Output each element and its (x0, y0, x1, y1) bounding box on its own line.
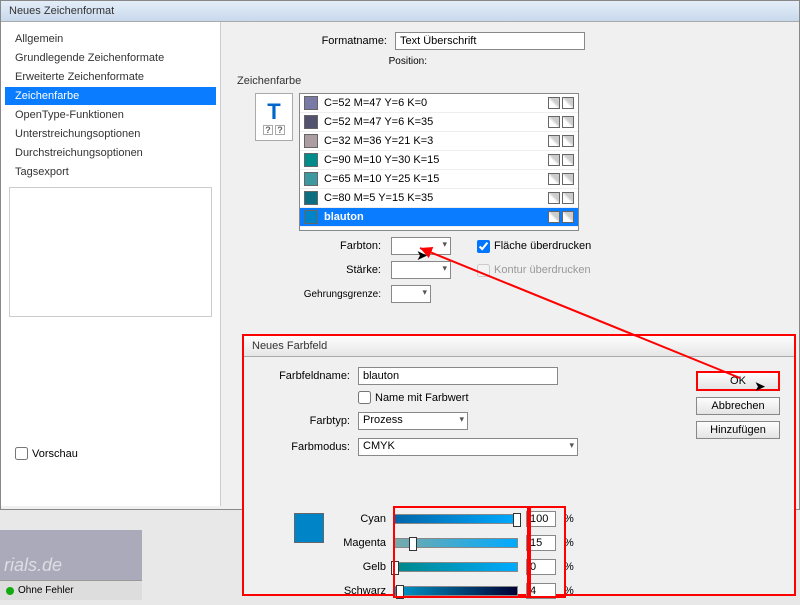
name-mit-farbwert-checkbox[interactable] (358, 391, 371, 404)
cancel-button[interactable]: Abbrechen (696, 397, 780, 415)
swatch-type-icons (548, 97, 574, 109)
swatch-row[interactable]: C=52 M=47 Y=6 K=0 (300, 94, 578, 113)
pct-label: % (564, 537, 574, 549)
schwarz-value[interactable] (526, 583, 556, 599)
swatch-label: C=52 M=47 Y=6 K=0 (324, 97, 427, 109)
swatch-label: C=52 M=47 Y=6 K=35 (324, 116, 433, 128)
schwarz-slider[interactable] (394, 586, 518, 596)
text-preview-icon: T?? (255, 93, 293, 141)
status-dot-icon (6, 587, 14, 595)
farbmodus-dropdown[interactable]: CMYK (358, 438, 578, 456)
swatch-row[interactable]: C=80 M=5 Y=15 K=35 (300, 189, 578, 208)
farbtyp-label: Farbtyp: (268, 415, 358, 427)
preview-label: Vorschau (32, 448, 78, 460)
sidebar-preview-box (9, 187, 212, 317)
sidebar-item-erweiterte[interactable]: Erweiterte Zeichenformate (5, 68, 216, 86)
swatch-type-icons (548, 211, 574, 223)
swatch-row[interactable]: C=90 M=10 Y=30 K=15 (300, 151, 578, 170)
status-bar: Ohne Fehler (0, 580, 142, 600)
formatname-label: Formatname: (235, 35, 395, 47)
preview-checkbox-row: Vorschau (15, 447, 216, 460)
swatch-row-selected[interactable]: blauton (300, 208, 578, 227)
swatch-icon (304, 134, 318, 148)
magenta-label: Magenta (330, 537, 386, 549)
cyan-value[interactable] (526, 511, 556, 527)
pct-label: % (564, 561, 574, 573)
gelb-label: Gelb (330, 561, 386, 573)
preview-checkbox[interactable] (15, 447, 28, 460)
swatch-type-icons (548, 135, 574, 147)
farbmodus-label: Farbmodus: (268, 441, 358, 453)
sidebar: Allgemein Grundlegende Zeichenformate Er… (1, 22, 221, 506)
sidebar-item-zeichenfarbe[interactable]: Zeichenfarbe (5, 87, 216, 105)
swatch-icon (304, 96, 318, 110)
cmyk-sliders: Cyan % Magenta % Gelb % Schwarz % (330, 509, 574, 605)
swatch-type-icons (548, 116, 574, 128)
formatname-input[interactable] (395, 32, 585, 50)
magenta-value[interactable] (526, 535, 556, 551)
swatch-type-icons (548, 173, 574, 185)
color-preview-swatch (294, 513, 324, 543)
watermark: rials.de (0, 530, 142, 580)
swatch-label: C=65 M=10 Y=25 K=15 (324, 173, 439, 185)
sidebar-item-unterstreichung[interactable]: Unterstreichungsoptionen (5, 125, 216, 143)
farbton-label: Farbton: (295, 240, 385, 252)
sidebar-item-grundlegende[interactable]: Grundlegende Zeichenformate (5, 49, 216, 67)
pct-label: % (564, 585, 574, 597)
farbfeldname-label: Farbfeldname: (268, 370, 358, 382)
swatch-type-icons (548, 192, 574, 204)
position-label: Position: (235, 56, 435, 67)
new-swatch-dialog: Neues Farbfeld Farbfeldname: Name mit Fa… (242, 334, 796, 596)
section-label: Zeichenfarbe (237, 75, 785, 87)
swatch-label: C=80 M=5 Y=15 K=35 (324, 192, 433, 204)
sidebar-item-opentype[interactable]: OpenType-Funktionen (5, 106, 216, 124)
staerke-label: Stärke: (295, 264, 385, 276)
flaeche-checkbox[interactable] (477, 240, 490, 253)
add-button[interactable]: Hinzufügen (696, 421, 780, 439)
cyan-label: Cyan (330, 513, 386, 525)
main-titlebar: Neues Zeichenformat (1, 1, 799, 22)
kontur-label: Kontur überdrucken (494, 264, 591, 276)
gehrung-dropdown[interactable] (391, 285, 431, 303)
ok-button[interactable]: OK (696, 371, 780, 391)
pct-label: % (564, 513, 574, 525)
swatch-label: blauton (324, 211, 364, 223)
staerke-dropdown[interactable] (391, 261, 451, 279)
swatch-type-icons (548, 154, 574, 166)
farbton-dropdown[interactable] (391, 237, 451, 255)
schwarz-label: Schwarz (330, 585, 386, 597)
swatch-list[interactable]: C=52 M=47 Y=6 K=0 C=52 M=47 Y=6 K=35 C=3… (299, 93, 579, 231)
swatch-row[interactable]: C=52 M=47 Y=6 K=35 (300, 113, 578, 132)
magenta-slider[interactable] (394, 538, 518, 548)
swatch-label: C=32 M=36 Y=21 K=3 (324, 135, 433, 147)
dialog-titlebar: Neues Farbfeld (244, 336, 794, 357)
farbtyp-dropdown[interactable]: Prozess (358, 412, 468, 430)
flaeche-label: Fläche überdrucken (494, 240, 591, 252)
swatch-icon (304, 191, 318, 205)
swatch-icon (304, 210, 318, 224)
cyan-slider[interactable] (394, 514, 518, 524)
status-text: Ohne Fehler (18, 585, 74, 596)
swatch-label: C=90 M=10 Y=30 K=15 (324, 154, 439, 166)
swatch-row[interactable]: C=32 M=36 Y=21 K=3 (300, 132, 578, 151)
farbfeldname-input[interactable] (358, 367, 558, 385)
swatch-icon (304, 153, 318, 167)
sidebar-item-allgemein[interactable]: Allgemein (5, 30, 216, 48)
gelb-value[interactable] (526, 559, 556, 575)
swatch-row[interactable]: C=65 M=10 Y=25 K=15 (300, 170, 578, 189)
sidebar-item-tagsexport[interactable]: Tagsexport (5, 163, 216, 181)
gehrung-label: Gehrungsgrenze: (295, 289, 385, 300)
kontur-checkbox (477, 264, 490, 277)
dialog-buttons: OK Abbrechen Hinzufügen (696, 371, 780, 439)
color-panel: T?? C=52 M=47 Y=6 K=0 C=52 M=47 Y=6 K=35… (235, 93, 785, 231)
swatch-icon (304, 115, 318, 129)
swatch-icon (304, 172, 318, 186)
name-mit-farbwert-label: Name mit Farbwert (375, 392, 469, 404)
sidebar-item-durchstreichung[interactable]: Durchstreichungsoptionen (5, 144, 216, 162)
gelb-slider[interactable] (394, 562, 518, 572)
